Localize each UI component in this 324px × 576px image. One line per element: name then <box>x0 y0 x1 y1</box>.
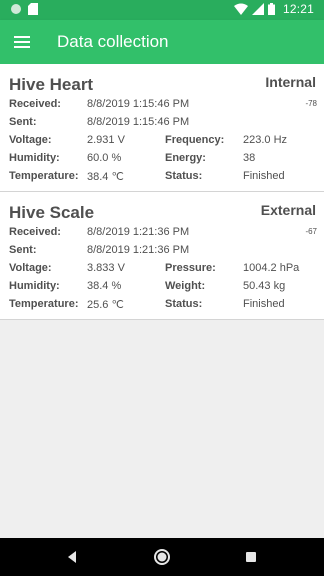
frequency-value: 223.0 Hz <box>243 134 288 146</box>
sent-value: 8/8/2019 1:15:46 PM <box>87 116 190 128</box>
sent-label: Sent: <box>9 244 37 256</box>
app-screen: 12:21 Data collection Hive Heart Interna… <box>0 0 324 576</box>
pressure-value: 1004.2 hPa <box>243 262 300 274</box>
signal-icon <box>251 3 264 15</box>
voltage-label: Voltage: <box>9 262 52 274</box>
received-value: 8/8/2019 1:15:46 PM <box>87 98 190 110</box>
humidity-label: Humidity: <box>9 280 60 292</box>
voltage-value: 2.931 V <box>87 134 125 146</box>
device-name: Hive Scale <box>9 203 95 222</box>
device-card-hive-heart[interactable]: Hive Heart Internal -78 Received: 8/8/20… <box>0 64 324 192</box>
weight-label: Weight: <box>165 280 206 292</box>
sent-value: 8/8/2019 1:21:36 PM <box>87 244 190 256</box>
app-bar: Data collection <box>0 20 324 64</box>
device-type: Internal <box>265 74 316 90</box>
humidity-label: Humidity: <box>9 152 60 164</box>
temperature-value: 38.4 ℃ <box>87 171 124 183</box>
home-icon[interactable] <box>153 548 171 566</box>
received-label: Received: <box>9 226 61 238</box>
energy-label: Energy: <box>165 152 206 164</box>
received-label: Received: <box>9 98 61 110</box>
sd-card-icon <box>28 3 38 15</box>
battery-icon <box>267 3 275 15</box>
device-type: External <box>260 202 316 218</box>
status-label: Status: <box>165 170 203 182</box>
status-bar: 12:21 <box>0 0 324 20</box>
frequency-label: Frequency: <box>165 134 225 146</box>
temperature-label: Temperature: <box>9 170 79 182</box>
page-title: Data collection <box>57 32 169 51</box>
humidity-value: 60.0 % <box>87 152 122 164</box>
device-card-hive-scale[interactable]: Hive Scale External -67 Received: 8/8/20… <box>0 192 324 320</box>
status-bar-left <box>10 3 38 15</box>
signal-strength: -67 <box>305 227 317 236</box>
weight-value: 50.43 kg <box>243 280 286 292</box>
humidity-value: 38.4 % <box>87 280 122 292</box>
pressure-label: Pressure: <box>165 262 216 274</box>
received-value: 8/8/2019 1:21:36 PM <box>87 226 190 238</box>
status-value: Finished <box>243 298 285 310</box>
device-name: Hive Heart <box>9 75 94 94</box>
data-list: Hive Heart Internal -78 Received: 8/8/20… <box>0 64 324 538</box>
voltage-value: 3.833 V <box>87 262 125 274</box>
hamburger-menu-icon[interactable] <box>12 32 32 52</box>
status-bar-right: 12:21 <box>233 2 314 16</box>
temperature-value: 25.6 ℃ <box>87 299 124 311</box>
sent-label: Sent: <box>9 116 37 128</box>
voltage-label: Voltage: <box>9 134 52 146</box>
recents-icon[interactable] <box>243 548 259 566</box>
back-icon[interactable] <box>64 548 80 566</box>
signal-strength: -78 <box>305 99 317 108</box>
energy-value: 38 <box>243 152 256 164</box>
temperature-label: Temperature: <box>9 298 79 310</box>
status-time: 12:21 <box>282 2 314 16</box>
status-label: Status: <box>165 298 203 310</box>
wifi-icon <box>233 3 248 15</box>
status-value: Finished <box>243 170 285 182</box>
circle-notification-icon <box>11 4 21 14</box>
system-nav-bar <box>0 538 324 576</box>
